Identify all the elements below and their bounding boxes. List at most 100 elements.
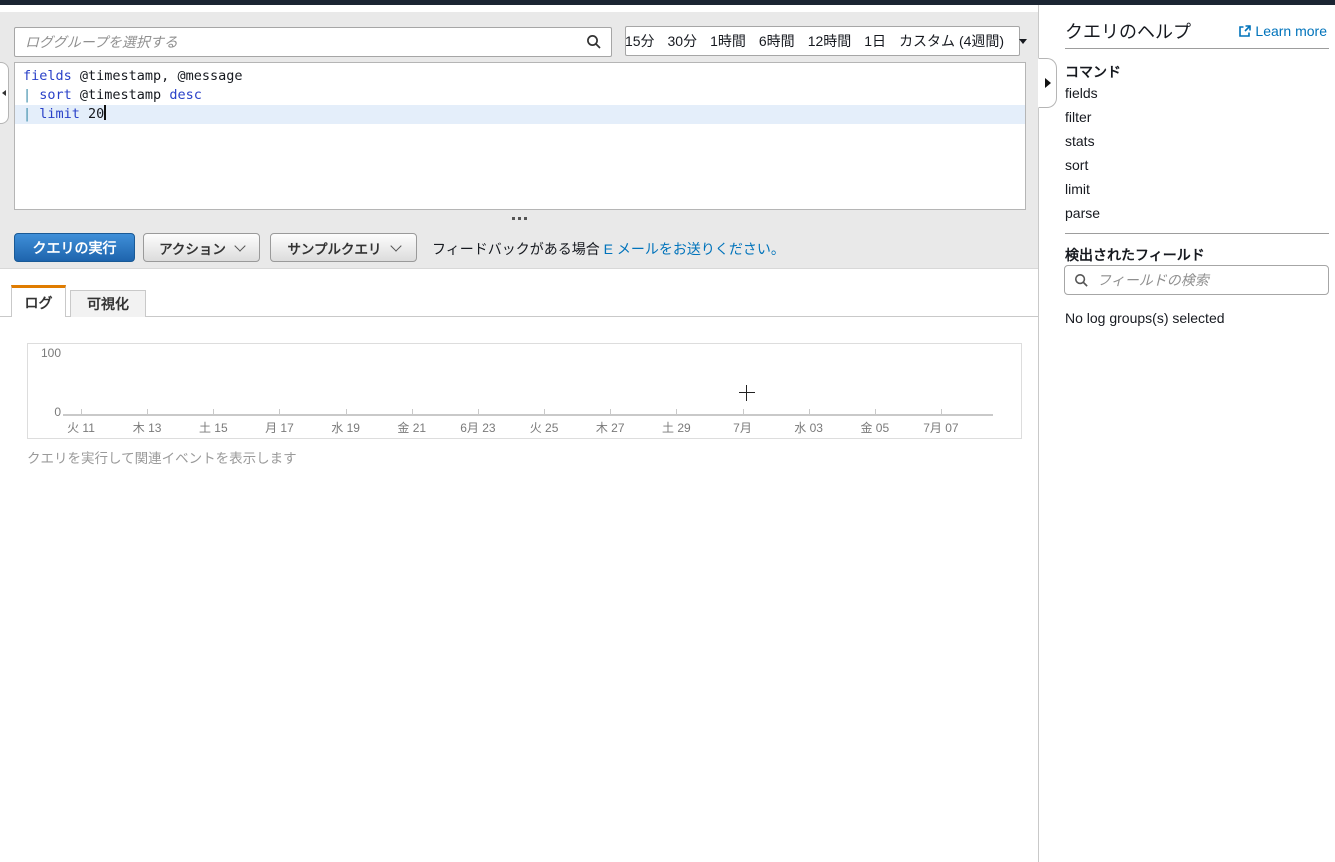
actions-button[interactable]: アクション	[143, 233, 260, 262]
time-range-options: 15分 30分 1時間 6時間 12時間 1日 カスタム (4週間)	[618, 31, 1010, 51]
command-item-parse[interactable]: parse	[1065, 206, 1100, 220]
token-keyword: fields	[23, 68, 72, 84]
x-axis-tick-label: 水 19	[331, 421, 360, 435]
x-axis-tick-label: 金 05	[860, 421, 890, 435]
token-plain: @timestamp	[71, 87, 170, 103]
divider	[1065, 233, 1329, 234]
feedback-text: フィードバックがある場合 E メールをお送りください。	[432, 239, 785, 259]
command-item-sort[interactable]: sort	[1065, 158, 1100, 172]
commands-list: fields filter stats sort limit parse	[1065, 86, 1100, 220]
x-axis-tick-mark	[81, 409, 82, 414]
tab-logs[interactable]: ログ	[11, 285, 66, 317]
search-icon	[1074, 273, 1089, 288]
query-editor-lines: fields @timestamp, @message | sort @times…	[15, 67, 1025, 124]
x-axis-tick-mark	[279, 409, 281, 414]
chevron-left-icon	[2, 90, 6, 96]
time-range-option[interactable]: 30分	[668, 31, 698, 51]
query-editor-line: fields @timestamp, @message	[15, 67, 1025, 86]
x-axis-tick-mark	[940, 409, 942, 414]
time-range-selector[interactable]: 15分 30分 1時間 6時間 12時間 1日 カスタム (4週間)	[625, 26, 1027, 56]
discovered-fields-heading: 検出されたフィールド	[1065, 247, 1205, 263]
x-axis-tick-label: 6月 23	[460, 421, 496, 435]
field-search[interactable]	[1064, 265, 1329, 295]
time-range-option[interactable]: 6時間	[759, 31, 795, 51]
chevron-down-icon	[389, 239, 402, 252]
chevron-down-icon	[234, 239, 246, 252]
x-axis-tick-label: 火 25	[529, 421, 559, 435]
tabs-underline	[0, 316, 1038, 317]
x-axis-tick-label: 火 11	[67, 421, 95, 435]
x-axis-tick-mark	[610, 409, 612, 414]
x-axis-tick-label: 金 21	[397, 421, 427, 435]
x-axis-tick-mark	[544, 409, 546, 414]
command-item-limit[interactable]: limit	[1065, 182, 1100, 196]
tab-visualization[interactable]: 可視化	[70, 290, 146, 317]
time-range-option[interactable]: 15分	[625, 31, 655, 51]
token-pipe: |	[23, 106, 40, 122]
y-axis-tick-label: 100	[40, 346, 61, 360]
x-axis-tick-mark	[477, 409, 479, 414]
no-log-groups-message: No log groups(s) selected	[1065, 310, 1225, 326]
token-keyword: limit	[39, 106, 80, 122]
commands-heading: コマンド	[1065, 64, 1121, 80]
x-axis-tick-mark	[147, 409, 149, 414]
crosshair-cursor	[739, 385, 755, 401]
token-plain: @timestamp, @message	[71, 68, 243, 84]
sample-queries-button-label: サンプルクエリ	[287, 241, 382, 257]
x-axis-tick-label: 土 15	[198, 421, 228, 435]
result-tabs: ログ 可視化	[11, 285, 146, 317]
x-axis-tick-label: 7月 07	[923, 421, 959, 435]
command-item-filter[interactable]: filter	[1065, 110, 1100, 124]
events-histogram: 100 0 火 11 木 13 土 15 月 17 水 19 金 21 6月 23 火 25 木 2…	[27, 343, 1022, 439]
x-axis-tick-mark	[742, 409, 744, 414]
x-axis-tick-label: 水 03	[794, 421, 823, 435]
time-range-option[interactable]: カスタム (4週間)	[899, 31, 1004, 51]
token-pipe: |	[23, 87, 40, 103]
x-axis-tick-label: 木 13	[132, 421, 162, 435]
command-item-stats[interactable]: stats	[1065, 134, 1100, 148]
feedback-email-link[interactable]: E メールをお送りください。	[604, 241, 785, 257]
command-item-fields[interactable]: fields	[1065, 86, 1100, 100]
x-axis-tick-mark	[676, 409, 678, 414]
chart-hint-text: クエリを実行して関連イベントを表示します	[27, 451, 297, 466]
sidebar-title: クエリのヘルプ	[1065, 22, 1191, 42]
x-axis-tick-label: 土 29	[662, 421, 691, 435]
query-editor[interactable]: fields @timestamp, @message | sort @times…	[14, 62, 1026, 210]
x-axis-tick-label: 7月	[733, 421, 752, 435]
editor-resize-handle[interactable]	[0, 217, 1038, 220]
log-group-search[interactable]	[14, 27, 612, 57]
external-link-icon	[1238, 24, 1252, 38]
y-axis-tick-label: 0	[54, 405, 61, 419]
run-query-button[interactable]: クエリの実行	[14, 233, 135, 262]
chevron-right-icon	[1044, 78, 1051, 88]
x-axis-tick-label: 木 27	[595, 421, 625, 435]
token-plain: 20	[79, 106, 105, 122]
feedback-prefix: フィードバックがある場合	[432, 241, 604, 257]
search-icon	[586, 34, 602, 50]
x-axis-tick-label: 月 17	[265, 421, 294, 435]
actions-button-label: アクション	[159, 241, 226, 257]
left-panel-collapse-handle[interactable]	[0, 62, 9, 124]
token-keyword: sort	[39, 87, 72, 103]
time-range-option[interactable]: 1時間	[710, 31, 746, 51]
time-range-option[interactable]: 12時間	[808, 31, 852, 51]
x-axis-line	[63, 414, 993, 416]
query-panel: 15分 30分 1時間 6時間 12時間 1日カスタム (4週間) fields @tim…	[0, 12, 1038, 269]
x-axis-tick-mark	[213, 409, 215, 414]
learn-more-label: Learn more	[1255, 23, 1327, 39]
query-help-sidebar: クエリのヘルプ Learn more コマンド fields filter stat…	[1038, 5, 1335, 862]
token-keyword: desc	[169, 87, 202, 103]
x-axis-tick-mark	[345, 409, 347, 414]
sidebar-collapse-handle[interactable]	[1038, 58, 1057, 108]
query-editor-line: | sort @timestamp desc	[15, 86, 1025, 105]
x-axis-tick-mark	[808, 409, 810, 414]
chevron-down-icon	[1018, 38, 1027, 44]
divider	[1065, 48, 1329, 49]
log-group-search-input[interactable]	[15, 34, 586, 50]
time-range-option[interactable]: 1日	[864, 31, 886, 51]
query-editor-line: | limit 20	[15, 105, 1025, 124]
sample-queries-button[interactable]: サンプルクエリ	[270, 233, 417, 262]
field-search-input[interactable]	[1089, 272, 1328, 288]
x-axis-tick-mark	[874, 409, 876, 414]
learn-more-link[interactable]: Learn more	[1238, 23, 1327, 39]
